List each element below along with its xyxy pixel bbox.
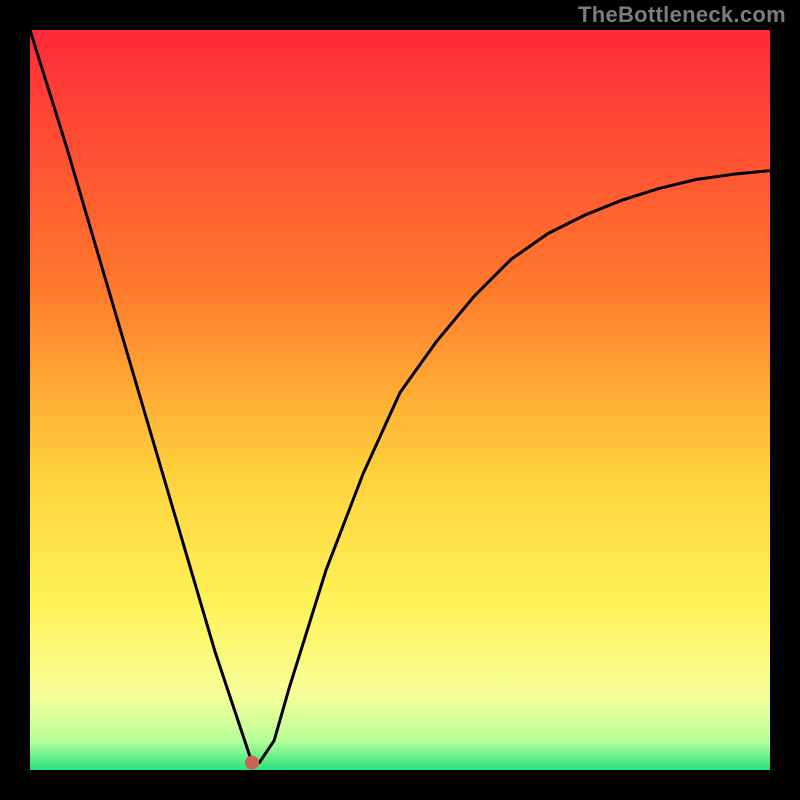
chart-frame: TheBottleneck.com bbox=[0, 0, 800, 800]
watermark-text: TheBottleneck.com bbox=[578, 2, 786, 28]
bottleneck-chart bbox=[30, 30, 770, 770]
optimal-point-marker bbox=[245, 756, 259, 770]
